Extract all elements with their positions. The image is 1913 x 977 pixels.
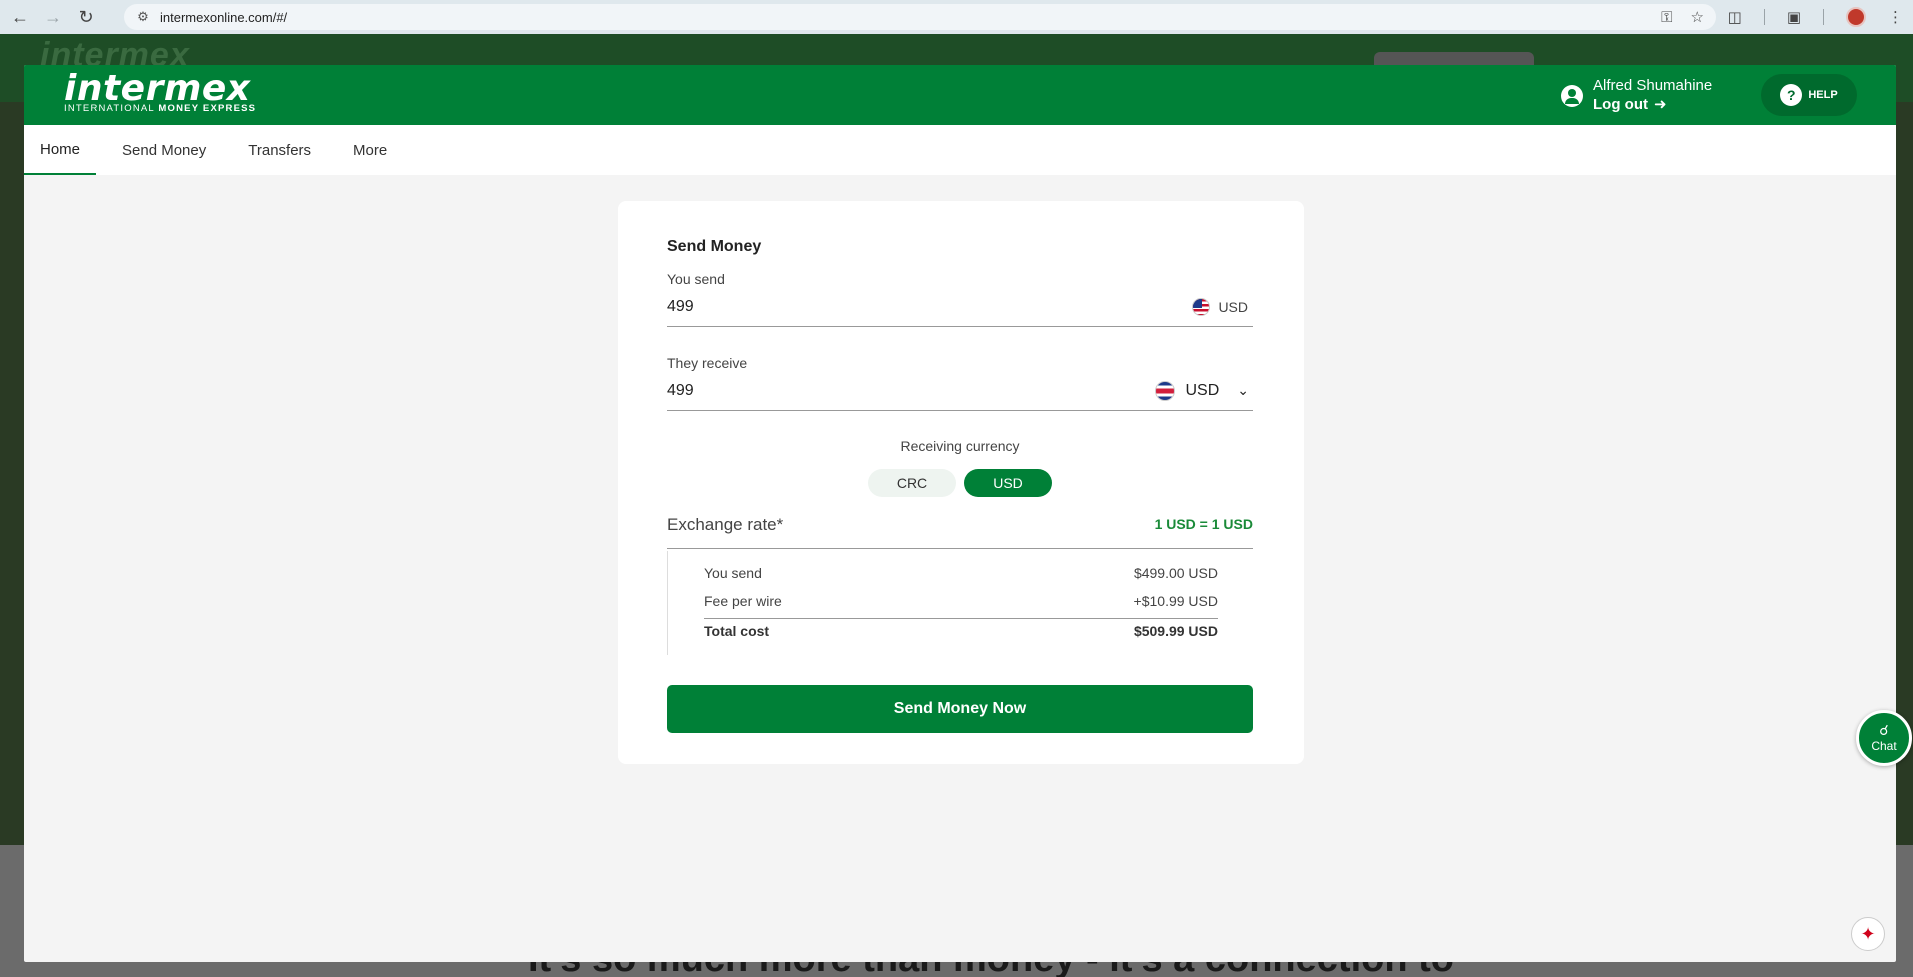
divider <box>1763 9 1765 25</box>
they-receive-field[interactable]: 499 USD ⌄ <box>667 371 1253 411</box>
costa-rica-flag-icon <box>1155 380 1176 401</box>
app-header: intermex INTERNATIONAL MONEY EXPRESS Alf… <box>24 65 1896 125</box>
pdf-icon[interactable]: ✦ <box>1851 917 1885 951</box>
receive-currency-code: USD <box>1185 381 1220 399</box>
reload-icon[interactable]: ↻ <box>73 4 99 30</box>
app-window: intermex INTERNATIONAL MONEY EXPRESS Alf… <box>24 65 1896 962</box>
url-text[interactable]: intermexonline.com/#/ <box>160 10 287 25</box>
summary-total-amount: $509.99 USD <box>1133 623 1218 639</box>
logo-wordmark: intermex <box>64 68 251 109</box>
help-button[interactable]: ? HELP <box>1761 74 1857 116</box>
cost-summary: You send $499.00 USD Fee per wire +$10.9… <box>667 551 1253 655</box>
bookmark-star-icon[interactable]: ☆ <box>1691 8 1704 26</box>
summary-fee-amount: +$10.99 USD <box>1133 593 1218 609</box>
currency-option-usd[interactable]: USD <box>964 469 1052 497</box>
address-bar[interactable]: ⚙ intermexonline.com/#/ ⚿ ☆ <box>124 4 1716 30</box>
logout-icon: ➜ <box>1653 96 1667 113</box>
logout-button[interactable]: Log out ➜ <box>1593 95 1712 115</box>
currency-option-crc[interactable]: CRC <box>868 469 956 497</box>
help-icon: ? <box>1780 84 1803 106</box>
back-icon[interactable]: ← <box>7 4 33 30</box>
menu-icon[interactable]: ⋮ <box>1888 8 1903 26</box>
exchange-rate-label: Exchange rate* <box>667 515 784 534</box>
logo-tagline-light: INTERNATIONAL <box>64 103 155 114</box>
send-money-now-button[interactable]: Send Money Now <box>667 685 1253 733</box>
user-name: Alfred Shumahine <box>1593 77 1713 94</box>
summary-you-send-label: You send <box>704 565 762 581</box>
chat-label: Chat <box>1871 739 1897 753</box>
logo-tagline: INTERNATIONAL MONEY EXPRESS <box>64 104 256 114</box>
receiving-currency-label: Receiving currency <box>900 438 1020 454</box>
they-receive-label: They receive <box>667 355 748 371</box>
main-tabs: Home Send Money Transfers More <box>24 125 1896 175</box>
receive-currency-dropdown[interactable]: USD ⌄ <box>1155 380 1249 401</box>
logout-label: Log out <box>1593 96 1648 113</box>
headset-icon: ☌ <box>1879 722 1889 738</box>
you-send-label: You send <box>667 271 725 287</box>
send-money-card: Send Money You send 499 USD They receive… <box>618 201 1304 764</box>
exchange-rate-value: 1 USD = 1 USD <box>1154 516 1253 532</box>
you-send-currency-code: USD <box>1218 298 1248 315</box>
tab-more[interactable]: More <box>337 125 403 175</box>
exchange-rate-row: Exchange rate* 1 USD = 1 USD <box>667 509 1253 549</box>
divider <box>1823 9 1824 25</box>
user-icon <box>1561 84 1583 107</box>
summary-total-label: Total cost <box>704 623 770 639</box>
currency-toggle: CRC USD <box>667 469 1253 497</box>
tab-search-icon[interactable]: ▣ <box>1787 8 1801 26</box>
user-menu: Alfred Shumahine Log out ➜ <box>1561 76 1712 115</box>
forward-icon[interactable]: → <box>40 4 66 30</box>
intermex-logo[interactable]: intermex INTERNATIONAL MONEY EXPRESS <box>64 68 256 114</box>
site-info-icon[interactable]: ⚙ <box>130 9 156 25</box>
help-label: HELP <box>1808 89 1838 101</box>
summary-you-send-amount: $499.00 USD <box>1133 565 1218 581</box>
you-send-currency: USD <box>1192 297 1248 316</box>
browser-toolbar: ← → ↻ ⚙ intermexonline.com/#/ ⚿ ☆ ◫ ▣ ⋮ <box>0 0 1913 34</box>
they-receive-input[interactable]: 499 <box>667 382 694 400</box>
summary-row-total: Total cost $509.99 USD <box>704 618 1218 639</box>
summary-row-fee: Fee per wire +$10.99 USD <box>704 593 1218 609</box>
summary-fee-label: Fee per wire <box>704 593 782 609</box>
us-flag-icon <box>1192 297 1211 316</box>
you-send-input[interactable]: 499 <box>667 298 694 316</box>
extensions-icon[interactable]: ◫ <box>1728 8 1742 26</box>
tab-home[interactable]: Home <box>24 125 97 175</box>
profile-icon[interactable] <box>1846 7 1866 27</box>
summary-row-you-send: You send $499.00 USD <box>704 565 1218 581</box>
password-key-icon[interactable]: ⚿ <box>1661 9 1672 26</box>
card-title: Send Money <box>667 238 762 255</box>
tab-send-money[interactable]: Send Money <box>106 125 222 175</box>
tab-transfers[interactable]: Transfers <box>232 125 327 175</box>
chevron-down-icon: ⌄ <box>1237 382 1249 398</box>
logo-tagline-bold: MONEY EXPRESS <box>158 103 257 114</box>
you-send-field[interactable]: 499 USD <box>667 287 1253 327</box>
chat-button[interactable]: ☌ Chat <box>1856 710 1912 766</box>
